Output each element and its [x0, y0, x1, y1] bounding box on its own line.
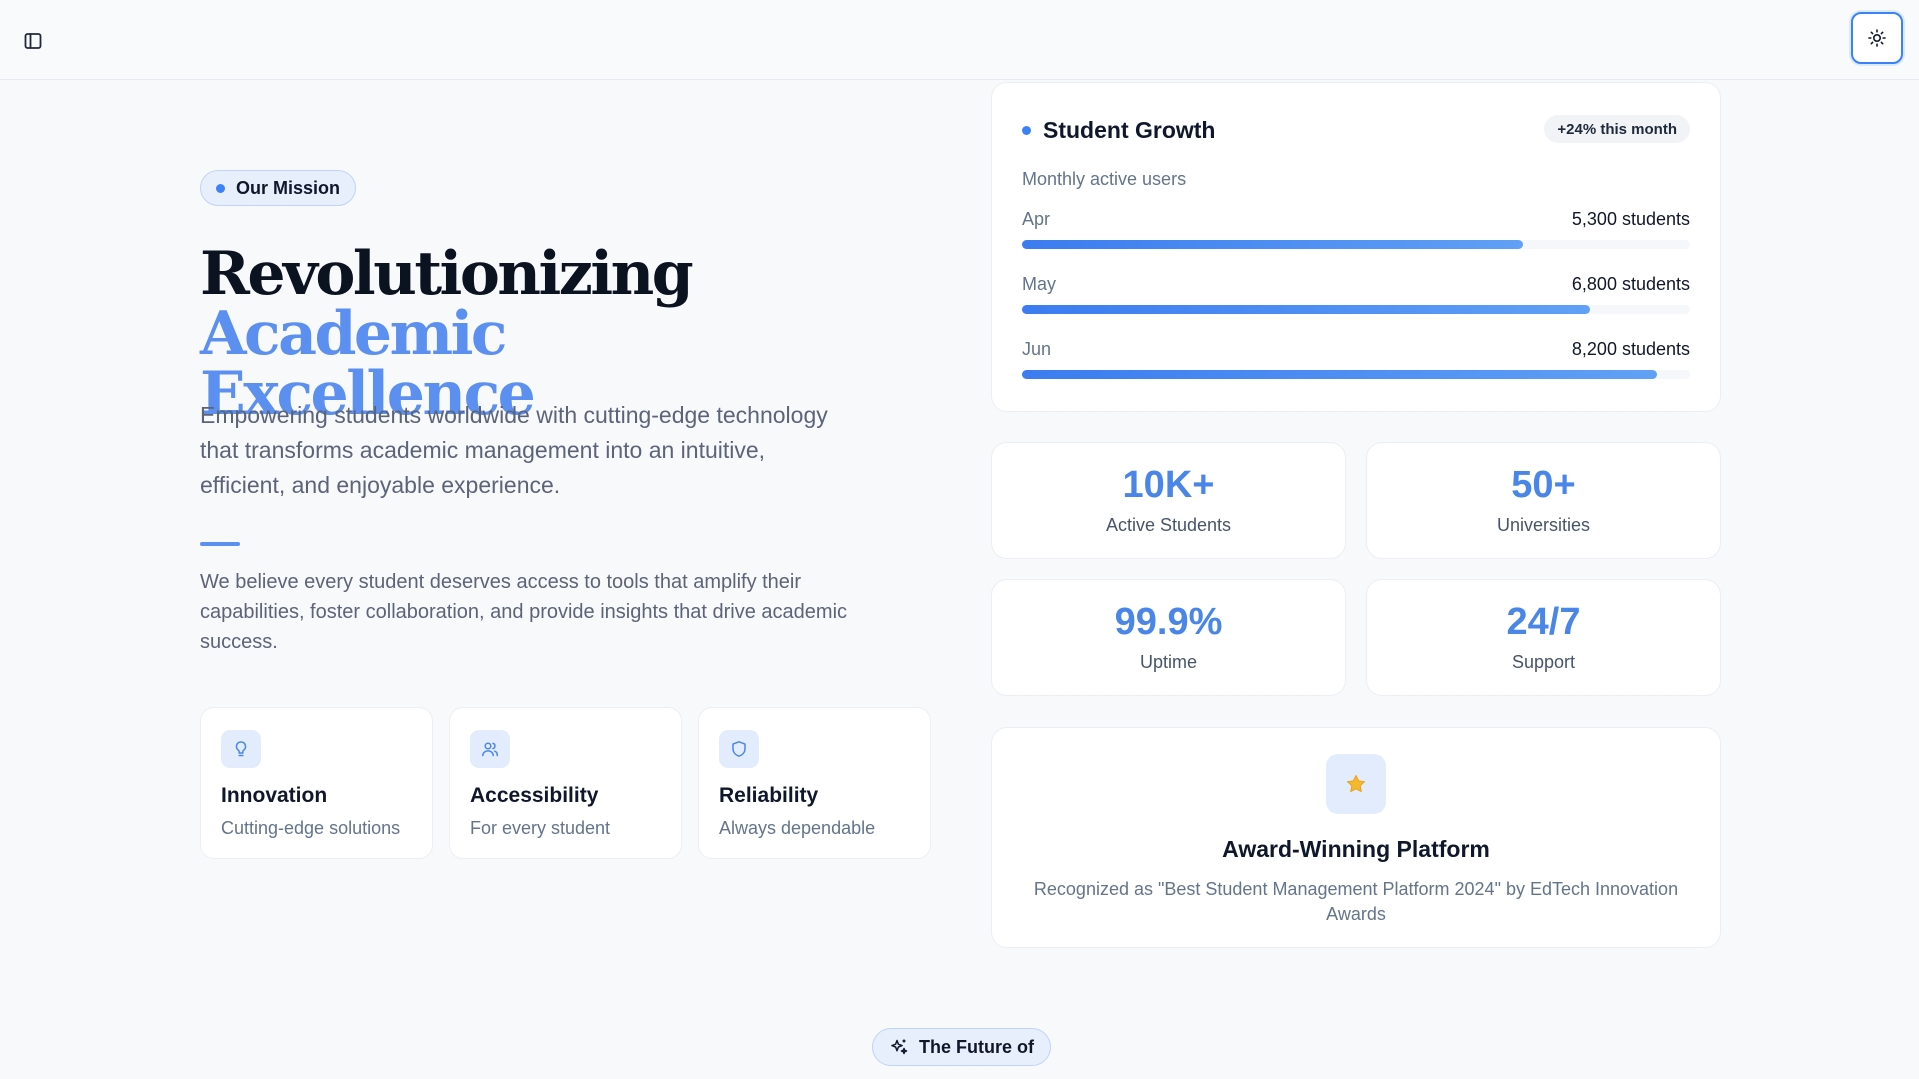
progress-fill [1022, 370, 1657, 379]
progress-fill [1022, 240, 1523, 249]
growth-title-text: Student Growth [1043, 117, 1216, 143]
feature-subtitle: Cutting-edge solutions [221, 818, 401, 838]
users-icon [482, 742, 499, 757]
feature-icon-box [470, 730, 510, 768]
sparkles-icon [891, 1039, 908, 1055]
award-card: Award-Winning Platform Recognized as "Be… [991, 727, 1721, 948]
future-pill: The Future of [872, 1028, 1051, 1066]
shield-icon [732, 741, 746, 757]
stat-value: 24/7 [1506, 601, 1581, 643]
stat-label: Support [1511, 652, 1576, 672]
hero-headline: Revolutionizing Academic Excellence [200, 244, 960, 424]
stat-value: 10K+ [1122, 464, 1215, 506]
stat-card-students: 10K+ Active Students [991, 442, 1346, 559]
growth-row-value: 6,800 students [1571, 274, 1690, 294]
growth-subtitle: Monthly active users [1022, 169, 1187, 189]
stat-label: Active Students [1105, 515, 1232, 535]
future-label: The Future of [919, 1036, 1034, 1057]
growth-dot [1022, 126, 1031, 135]
top-bar [0, 0, 1919, 80]
stat-card-support: 24/7 Support [1366, 579, 1721, 696]
growth-title: Student Growth [1022, 117, 1215, 144]
our-mission-pill: Our Mission [200, 170, 357, 206]
stat-value: 99.9% [1114, 601, 1223, 643]
growth-badge: +24% this month [1544, 115, 1690, 143]
pill-dot [216, 183, 225, 193]
award-title: Award-Winning Platform [1222, 836, 1490, 862]
growth-row-value: 5,300 students [1571, 209, 1690, 229]
growth-row-value: 8,200 students [1571, 339, 1690, 359]
feature-icon-box [221, 730, 261, 768]
stat-card-uptime: 99.9% Uptime [991, 579, 1346, 696]
student-growth-card: Student Growth +24% this month Monthly a… [991, 82, 1721, 412]
progress-track [1022, 370, 1690, 379]
growth-row-month: Jun [1022, 339, 1052, 359]
lightbulb-icon [235, 741, 247, 757]
sun-icon [1868, 29, 1886, 47]
stat-value: 50+ [1511, 464, 1576, 506]
pill-label: Our Mission [236, 177, 341, 198]
feature-card-reliability: Reliability Always dependable [698, 707, 931, 859]
progress-fill [1022, 305, 1590, 314]
feature-card-accessibility: Accessibility For every student [449, 707, 682, 859]
feature-title: Accessibility [470, 784, 599, 807]
hero-lede: Empowering students worldwide with cutti… [200, 402, 828, 498]
feature-card-innovation: Innovation Cutting-edge solutions [200, 707, 433, 859]
stat-label: Universities [1496, 515, 1591, 535]
theme-toggle-button[interactable] [1851, 12, 1903, 64]
panel-left-icon [24, 33, 42, 49]
progress-track [1022, 240, 1690, 249]
growth-row-month: May [1022, 274, 1057, 294]
award-icon-box [1326, 754, 1386, 814]
award-description: Recognized as "Best Student Management P… [1033, 879, 1679, 924]
star-icon [1347, 775, 1365, 793]
sidebar-toggle-button[interactable] [18, 27, 48, 55]
divider-rule [200, 542, 240, 546]
feature-icon-box [719, 730, 759, 768]
growth-row-month: Apr [1022, 209, 1051, 229]
feature-subtitle: Always dependable [719, 818, 876, 838]
progress-track [1022, 305, 1690, 314]
feature-title: Innovation [221, 784, 328, 807]
stat-label: Uptime [1139, 652, 1197, 672]
belief-text: We believe every student deserves access… [200, 571, 848, 653]
feature-title: Reliability [719, 784, 819, 807]
stat-card-universities: 50+ Universities [1366, 442, 1721, 559]
feature-subtitle: For every student [470, 818, 611, 838]
